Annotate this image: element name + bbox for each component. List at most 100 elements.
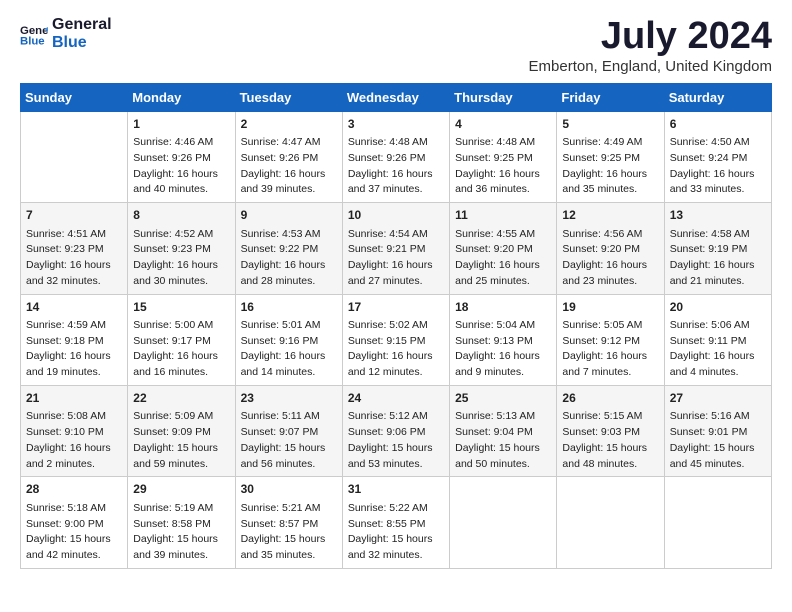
day-number: 27 xyxy=(670,390,766,407)
day-number: 22 xyxy=(133,390,229,407)
calendar-cell: 29 Sunrise: 5:19 AM Sunset: 8:58 PM Dayli… xyxy=(128,477,235,568)
cell-content: Sunrise: 4:54 AM Sunset: 9:21 PM Dayligh… xyxy=(348,227,444,290)
calendar-cell: 8Sunrise: 4:52 AM Sunset: 9:23 PM Daylig… xyxy=(128,203,235,294)
day-number: 23 xyxy=(241,390,337,407)
title-area: July 2024 Emberton, England, United King… xyxy=(529,16,772,75)
calendar-cell: 20Sunrise: 5:06 AM Sunset: 9:11 PM Dayli… xyxy=(664,294,771,385)
calendar-table: SundayMondayTuesdayWednesdayThursdayFrid… xyxy=(20,83,772,569)
calendar-cell: 6 Sunrise: 4:50 AM Sunset: 9:24 PM Daylig… xyxy=(664,111,771,202)
cell-content: Sunrise: 4:59 AM Sunset: 9:18 PM Dayligh… xyxy=(26,318,122,381)
cell-content: Sunrise: 5:08 AM Sunset: 9:10 PM Dayligh… xyxy=(26,409,122,472)
cell-content: Sunrise: 4:51 AM Sunset: 9:23 PM Dayligh… xyxy=(26,227,122,290)
calendar-cell: 12 Sunrise: 4:56 AM Sunset: 9:20 PM Dayli… xyxy=(557,203,664,294)
cell-content: Sunrise: 5:11 AM Sunset: 9:07 PM Dayligh… xyxy=(241,409,337,472)
week-row-5: 28 Sunrise: 5:18 AM Sunset: 9:00 PM Dayli… xyxy=(21,477,772,568)
column-header-sunday: Sunday xyxy=(21,83,128,111)
cell-content: Sunrise: 5:00 AM Sunset: 9:17 PM Dayligh… xyxy=(133,318,229,381)
cell-content: Sunrise: 5:22 AM Sunset: 8:55 PM Dayligh… xyxy=(348,501,444,564)
cell-content: Sunrise: 5:12 AM Sunset: 9:06 PM Dayligh… xyxy=(348,409,444,472)
day-number: 14 xyxy=(26,299,122,316)
cell-content: Sunrise: 4:47 AM Sunset: 9:26 PM Dayligh… xyxy=(241,135,337,198)
calendar-cell: 27 Sunrise: 5:16 AM Sunset: 9:01 PM Dayli… xyxy=(664,385,771,476)
cell-content: Sunrise: 4:58 AM Sunset: 9:19 PM Dayligh… xyxy=(670,227,766,290)
day-number: 6 xyxy=(670,116,766,133)
day-number: 8 xyxy=(133,207,229,224)
calendar-cell: 24 Sunrise: 5:12 AM Sunset: 9:06 PM Dayli… xyxy=(342,385,449,476)
cell-content: Sunrise: 4:55 AM Sunset: 9:20 PM Dayligh… xyxy=(455,227,551,290)
logo: General Blue General Blue xyxy=(20,16,112,51)
cell-content: Sunrise: 4:50 AM Sunset: 9:24 PM Dayligh… xyxy=(670,135,766,198)
calendar-cell: 5 Sunrise: 4:49 AM Sunset: 9:25 PM Daylig… xyxy=(557,111,664,202)
day-number: 17 xyxy=(348,299,444,316)
day-number: 15 xyxy=(133,299,229,316)
day-number: 19 xyxy=(562,299,658,316)
column-header-saturday: Saturday xyxy=(664,83,771,111)
day-number: 12 xyxy=(562,207,658,224)
week-row-3: 14 Sunrise: 4:59 AM Sunset: 9:18 PM Dayli… xyxy=(21,294,772,385)
calendar-cell: 22Sunrise: 5:09 AM Sunset: 9:09 PM Dayli… xyxy=(128,385,235,476)
calendar-cell: 23 Sunrise: 5:11 AM Sunset: 9:07 PM Dayli… xyxy=(235,385,342,476)
cell-content: Sunrise: 5:16 AM Sunset: 9:01 PM Dayligh… xyxy=(670,409,766,472)
day-number: 1 xyxy=(133,116,229,133)
svg-text:Blue: Blue xyxy=(20,35,45,47)
cell-content: Sunrise: 4:48 AM Sunset: 9:26 PM Dayligh… xyxy=(348,135,444,198)
calendar-cell: 4 Sunrise: 4:48 AM Sunset: 9:25 PM Daylig… xyxy=(450,111,557,202)
calendar-cell: 21 Sunrise: 5:08 AM Sunset: 9:10 PM Dayli… xyxy=(21,385,128,476)
day-number: 9 xyxy=(241,207,337,224)
calendar-cell: 16 Sunrise: 5:01 AM Sunset: 9:16 PM Dayli… xyxy=(235,294,342,385)
cell-content: Sunrise: 5:02 AM Sunset: 9:15 PM Dayligh… xyxy=(348,318,444,381)
day-number: 5 xyxy=(562,116,658,133)
day-number: 3 xyxy=(348,116,444,133)
logo-text-line1: General xyxy=(52,16,112,34)
calendar-cell: 1 Sunrise: 4:46 AM Sunset: 9:26 PM Daylig… xyxy=(128,111,235,202)
cell-content: Sunrise: 4:56 AM Sunset: 9:20 PM Dayligh… xyxy=(562,227,658,290)
calendar-cell: 11 Sunrise: 4:55 AM Sunset: 9:20 PM Dayli… xyxy=(450,203,557,294)
calendar-cell: 14 Sunrise: 4:59 AM Sunset: 9:18 PM Dayli… xyxy=(21,294,128,385)
cell-content: Sunrise: 5:01 AM Sunset: 9:16 PM Dayligh… xyxy=(241,318,337,381)
day-number: 26 xyxy=(562,390,658,407)
day-number: 21 xyxy=(26,390,122,407)
calendar-cell: 26 Sunrise: 5:15 AM Sunset: 9:03 PM Dayli… xyxy=(557,385,664,476)
day-number: 24 xyxy=(348,390,444,407)
header: General Blue General Blue July 2024 Embe… xyxy=(20,16,772,75)
logo-icon: General Blue xyxy=(20,20,48,48)
week-row-1: 1 Sunrise: 4:46 AM Sunset: 9:26 PM Daylig… xyxy=(21,111,772,202)
calendar-cell: 10 Sunrise: 4:54 AM Sunset: 9:21 PM Dayli… xyxy=(342,203,449,294)
subtitle: Emberton, England, United Kingdom xyxy=(529,58,772,75)
cell-content: Sunrise: 4:46 AM Sunset: 9:26 PM Dayligh… xyxy=(133,135,229,198)
calendar-cell: 17 Sunrise: 5:02 AM Sunset: 9:15 PM Dayli… xyxy=(342,294,449,385)
calendar-cell xyxy=(664,477,771,568)
calendar-cell: 19 Sunrise: 5:05 AM Sunset: 9:12 PM Dayli… xyxy=(557,294,664,385)
cell-content: Sunrise: 5:19 AM Sunset: 8:58 PM Dayligh… xyxy=(133,501,229,564)
day-number: 13 xyxy=(670,207,766,224)
calendar-cell xyxy=(21,111,128,202)
calendar-cell: 15 Sunrise: 5:00 AM Sunset: 9:17 PM Dayli… xyxy=(128,294,235,385)
day-number: 25 xyxy=(455,390,551,407)
calendar-cell: 31Sunrise: 5:22 AM Sunset: 8:55 PM Dayli… xyxy=(342,477,449,568)
calendar-cell: 3 Sunrise: 4:48 AM Sunset: 9:26 PM Daylig… xyxy=(342,111,449,202)
day-number: 7 xyxy=(26,207,122,224)
cell-content: Sunrise: 4:48 AM Sunset: 9:25 PM Dayligh… xyxy=(455,135,551,198)
cell-content: Sunrise: 4:53 AM Sunset: 9:22 PM Dayligh… xyxy=(241,227,337,290)
cell-content: Sunrise: 5:21 AM Sunset: 8:57 PM Dayligh… xyxy=(241,501,337,564)
cell-content: Sunrise: 5:05 AM Sunset: 9:12 PM Dayligh… xyxy=(562,318,658,381)
day-number: 11 xyxy=(455,207,551,224)
day-number: 20 xyxy=(670,299,766,316)
day-number: 18 xyxy=(455,299,551,316)
header-row: SundayMondayTuesdayWednesdayThursdayFrid… xyxy=(21,83,772,111)
week-row-4: 21 Sunrise: 5:08 AM Sunset: 9:10 PM Dayli… xyxy=(21,385,772,476)
cell-content: Sunrise: 5:18 AM Sunset: 9:00 PM Dayligh… xyxy=(26,501,122,564)
cell-content: Sunrise: 4:49 AM Sunset: 9:25 PM Dayligh… xyxy=(562,135,658,198)
day-number: 16 xyxy=(241,299,337,316)
cell-content: Sunrise: 5:15 AM Sunset: 9:03 PM Dayligh… xyxy=(562,409,658,472)
week-row-2: 7 Sunrise: 4:51 AM Sunset: 9:23 PM Daylig… xyxy=(21,203,772,294)
main-title: July 2024 xyxy=(529,16,772,58)
calendar-cell xyxy=(450,477,557,568)
day-number: 4 xyxy=(455,116,551,133)
calendar-cell: 25Sunrise: 5:13 AM Sunset: 9:04 PM Dayli… xyxy=(450,385,557,476)
day-number: 30 xyxy=(241,481,337,498)
day-number: 10 xyxy=(348,207,444,224)
calendar-cell: 2Sunrise: 4:47 AM Sunset: 9:26 PM Daylig… xyxy=(235,111,342,202)
day-number: 29 xyxy=(133,481,229,498)
day-number: 28 xyxy=(26,481,122,498)
